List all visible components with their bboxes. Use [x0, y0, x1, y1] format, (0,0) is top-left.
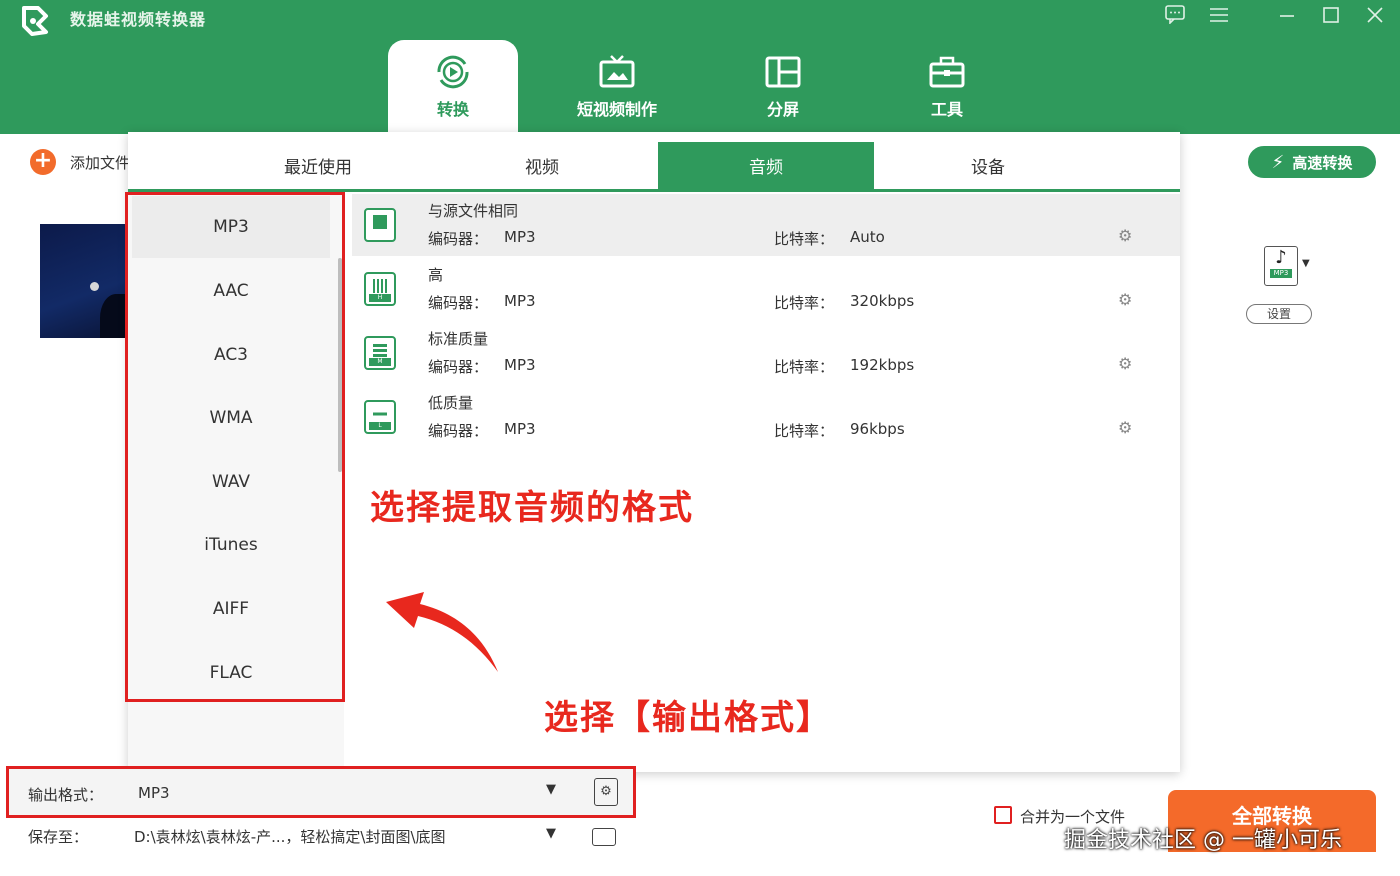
format-list-highlight-box: [125, 192, 345, 702]
tab-recent[interactable]: 最近使用: [210, 142, 426, 190]
format-tabs: 最近使用 视频 音频 设备: [128, 142, 1180, 192]
settings-button[interactable]: 设置: [1246, 304, 1312, 324]
encoder-value: MP3: [504, 292, 536, 310]
encoder-label: 编码器：: [428, 294, 489, 312]
close-icon[interactable]: [1360, 4, 1390, 30]
bitrate-value: Auto: [850, 228, 885, 246]
app-logo-icon: [22, 6, 48, 36]
convert-icon: [437, 55, 469, 89]
gear-icon[interactable]: ⚙: [1118, 226, 1132, 245]
save-to-path[interactable]: D:\袁林炫\袁林炫-产...，轻松搞定\封面图\底图: [134, 826, 446, 847]
preset-low-icon: L: [364, 400, 396, 434]
gear-icon[interactable]: ⚙: [1118, 418, 1132, 437]
curved-arrow-icon: [386, 592, 498, 672]
annotation-select-output-format: 选择【输出格式】: [544, 698, 832, 738]
tab-convert-label: 转换: [436, 100, 469, 119]
tab-video[interactable]: 视频: [434, 142, 650, 190]
tab-tools[interactable]: 工具: [882, 40, 1012, 134]
encoder-label: 编码器：: [428, 422, 489, 440]
lightning-icon: ⚡: [1271, 151, 1285, 173]
preset-row[interactable]: H 高 编码器： MP3 比特率： 320kbps ⚙: [352, 258, 1180, 320]
app-title: 数据蛙视频转换器: [70, 10, 207, 29]
video-thumbnail[interactable]: [40, 224, 128, 338]
folder-icon[interactable]: [592, 828, 616, 846]
preset-high-icon: H: [364, 272, 396, 306]
split-screen-icon: [765, 56, 801, 88]
add-file-button[interactable]: + 添加文件: [30, 148, 130, 176]
encoder-label: 编码器：: [428, 230, 489, 248]
output-format-highlight-box: [6, 766, 636, 818]
preset-name: 低质量: [428, 394, 474, 412]
tab-split-screen-label: 分屏: [766, 100, 799, 119]
plus-icon: +: [30, 149, 56, 175]
bitrate-label: 比特率：: [774, 294, 835, 312]
encoder-value: MP3: [504, 356, 536, 374]
encoder-label: 编码器：: [428, 358, 489, 376]
chevron-down-icon[interactable]: ▼: [546, 826, 556, 841]
chevron-down-icon[interactable]: ▼: [1302, 258, 1310, 269]
speed-convert-label: 高速转换: [1292, 153, 1353, 172]
tab-short-video[interactable]: 短视频制作: [552, 40, 682, 134]
minimize-icon[interactable]: [1272, 4, 1302, 30]
preset-same-source-icon: [364, 208, 396, 242]
file-format-badge: MP3: [1270, 269, 1292, 278]
tab-device[interactable]: 设备: [880, 142, 1096, 190]
gear-icon[interactable]: ⚙: [1118, 290, 1132, 309]
chat-icon[interactable]: [1160, 4, 1190, 30]
encoder-value: MP3: [504, 228, 536, 246]
moon-shape: [90, 282, 99, 291]
annotation-select-audio-format: 选择提取音频的格式: [370, 488, 694, 528]
preset-name: 标准质量: [428, 330, 489, 348]
music-note-icon: ♪: [1275, 247, 1287, 268]
preset-row[interactable]: 与源文件相同 编码器： MP3 比特率： Auto ⚙: [352, 194, 1180, 256]
preset-row[interactable]: M 标准质量 编码器： MP3 比特率： 192kbps ⚙: [352, 322, 1180, 384]
preset-name: 与源文件相同: [428, 202, 519, 220]
bitrate-value: 192kbps: [850, 356, 915, 374]
output-file-icon[interactable]: ♪ MP3: [1264, 246, 1298, 286]
tab-split-screen[interactable]: 分屏: [718, 40, 848, 134]
add-file-label: 添加文件: [70, 153, 131, 172]
toolbox-icon: [929, 56, 965, 88]
tab-tools-label: 工具: [930, 100, 963, 119]
tv-icon: [599, 55, 635, 88]
menu-icon[interactable]: [1204, 4, 1234, 30]
preset-row[interactable]: L 低质量 编码器： MP3 比特率： 96kbps ⚙: [352, 386, 1180, 448]
speed-convert-button[interactable]: ⚡ 高速转换: [1248, 146, 1376, 178]
bitrate-value: 320kbps: [850, 292, 915, 310]
tab-audio[interactable]: 音频: [658, 142, 874, 190]
tab-short-video-label: 短视频制作: [576, 100, 657, 119]
bitrate-label: 比特率：: [774, 422, 835, 440]
preset-standard-icon: M: [364, 336, 396, 370]
preset-name: 高: [428, 266, 444, 284]
bitrate-label: 比特率：: [774, 230, 835, 248]
watermark-text: 掘金技术社区 @ 一罐小可乐: [1064, 828, 1342, 853]
save-to-label: 保存至：: [28, 828, 89, 846]
bitrate-value: 96kbps: [850, 420, 905, 438]
gear-icon[interactable]: ⚙: [1118, 354, 1132, 373]
maximize-icon[interactable]: [1316, 4, 1346, 30]
encoder-value: MP3: [504, 420, 536, 438]
bitrate-label: 比特率：: [774, 358, 835, 376]
title-bar: 数据蛙视频转换器 转换 短视频制作 分屏 工具: [0, 0, 1400, 134]
merge-checkbox[interactable]: [994, 806, 1012, 824]
tree-silhouette: [100, 294, 128, 338]
tab-convert[interactable]: 转换: [388, 40, 518, 134]
